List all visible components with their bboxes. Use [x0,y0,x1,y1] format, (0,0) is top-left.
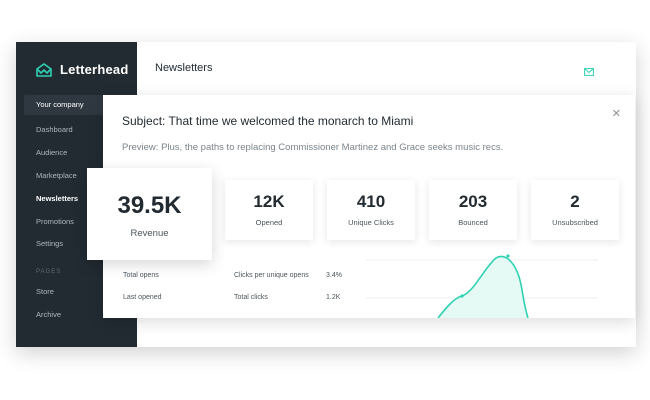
revenue-label: Revenue [130,228,169,239]
envelope-icon[interactable] [584,63,594,81]
stat-value: 12K [253,192,285,211]
total-opens-label: Total opens [123,272,159,279]
revenue-value: 39.5K [117,192,182,219]
opens-over-time-chart [366,254,598,318]
total-clicks-value: 1.2K [326,294,341,301]
stat-label: Unsubscribed [552,218,598,227]
total-clicks-label: Total clicks [234,294,268,301]
stat-value: 410 [356,192,386,211]
revenue-card: 39.5K Revenue [87,168,212,260]
stat-value: 203 [458,192,488,211]
letterhead-logo-icon [36,62,52,77]
stat-card-bounced: 203 Bounced [429,180,517,240]
stat-card-opened: 12K Opened [225,180,313,240]
stat-card-unique-clicks: 410 Unique Clicks [327,180,415,240]
brand-name: Letterhead [60,62,129,77]
newsletter-preview: Preview: Plus, the paths to replacing Co… [122,142,504,153]
stat-card-unsubscribed: 2 Unsubscribed [531,180,619,240]
clicks-per-unique-value: 3.4% [326,272,342,279]
last-opened-label: Last opened [123,294,162,301]
logo[interactable]: Letterhead [36,62,128,77]
stat-label: Unique Clicks [348,218,394,227]
close-icon[interactable]: ✕ [612,109,621,120]
stat-label: Opened [255,218,283,227]
stat-label: Bounced [458,218,488,227]
sidebar-section-pages: PAGES [36,269,62,275]
chart-point [506,254,510,258]
chart-point [460,294,464,298]
newsletter-subject: Subject: That time we welcomed the monar… [122,114,414,128]
page-title: Newsletters [155,62,213,74]
stat-value: 2 [570,192,580,211]
clicks-per-unique-label: Clicks per unique opens [234,272,309,279]
